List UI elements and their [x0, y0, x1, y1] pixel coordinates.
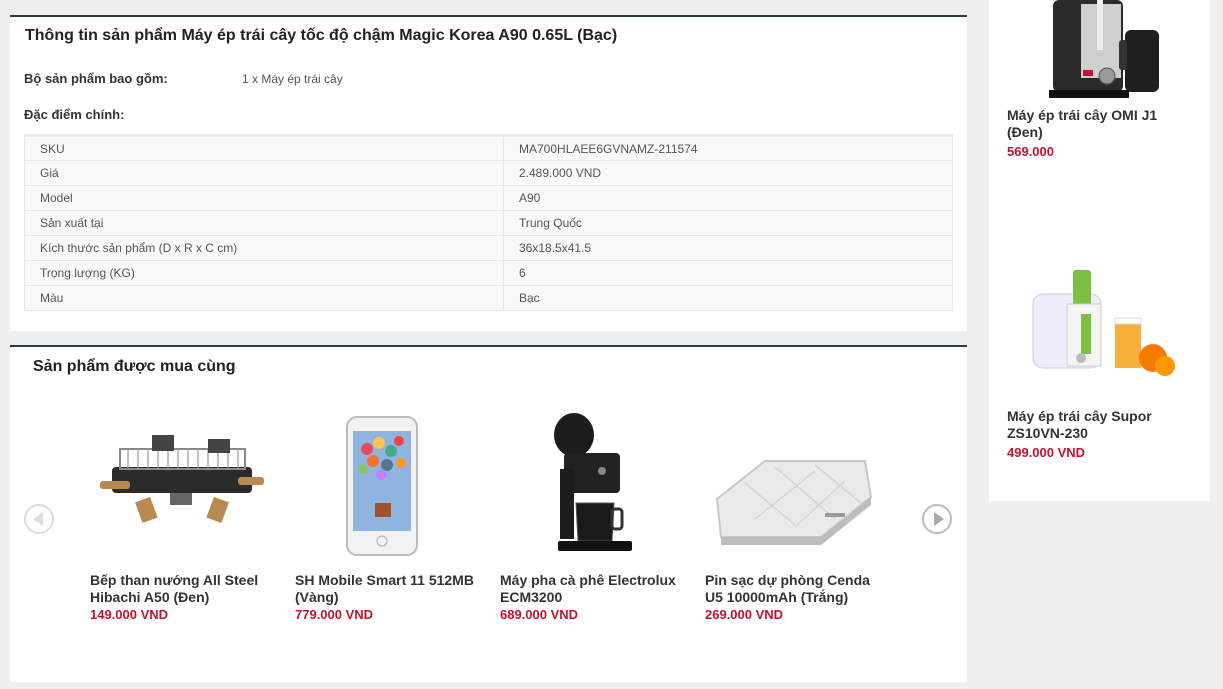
sidebar-item-price: 569.000 [1007, 144, 1054, 159]
carousel-item[interactable]: Pin sạc dự phòng Cenda U5 10000mAh (Trắn… [705, 409, 895, 622]
juicer-black-image [1049, 0, 1159, 98]
spec-row: Trọng lượng (KG) 6 [24, 260, 953, 286]
grill-image [100, 435, 264, 524]
sidebar-related-products: Máy ép trái cây OMI J1 (Đen) 569.000 Máy… [989, 0, 1210, 501]
spec-value: MA700HLAEE6GVNAMZ-211574 [503, 135, 953, 161]
carousel-item[interactable]: Bếp than nướng All Steel Hibachi A50 (Đe… [90, 409, 280, 622]
item-price: 269.000 VND [705, 607, 784, 622]
item-name[interactable]: Bếp than nướng All Steel Hibachi A50 (Đe… [90, 572, 275, 606]
spec-row: SKU MA700HLAEE6GVNAMZ-211574 [24, 135, 953, 161]
spec-key: Model [24, 185, 504, 211]
spec-row: Kích thước sản phẩm (D x R x C cm) 36x18.… [24, 235, 953, 261]
spec-key: SKU [24, 135, 504, 161]
spec-key: Kích thước sản phẩm (D x R x C cm) [24, 235, 504, 261]
bundle-label: Bộ sản phẩm bao gồm: [24, 71, 168, 86]
item-name[interactable]: SH Mobile Smart 11 512MB (Vàng) [295, 572, 480, 606]
sidebar-item[interactable]: Máy ép trái cây Supor ZS10VN-230 499.000… [1007, 260, 1197, 460]
bought-together-panel: Sản phẩm được mua cùng Bếp than nướng Al… [10, 345, 967, 682]
item-price: 689.000 VND [500, 607, 579, 622]
juicer-white-image [1032, 270, 1175, 376]
item-name[interactable]: Máy pha cà phê Electrolux ECM3200 [500, 572, 685, 606]
spec-value: 36x18.5x41.5 [503, 235, 953, 261]
spec-key: Sản xuất tại [24, 210, 504, 236]
chevron-left-icon [32, 512, 43, 526]
spec-row: Màu Bạc [24, 285, 953, 311]
sidebar-item-name[interactable]: Máy ép trái cây OMI J1 (Đen) [1007, 107, 1187, 141]
chevron-right-icon [933, 512, 944, 526]
carousel-prev-button[interactable] [24, 504, 54, 534]
spec-value: 6 [503, 260, 953, 286]
item-name[interactable]: Pin sạc dự phòng Cenda U5 10000mAh (Trắn… [705, 572, 890, 606]
spec-key: Giá [24, 160, 504, 186]
sidebar-item[interactable]: Máy ép trái cây OMI J1 (Đen) 569.000 [1007, 0, 1197, 160]
coffee-maker-image [554, 413, 632, 551]
spec-value: 2.489.000 VND [503, 160, 953, 186]
spec-row: Sản xuất tại Trung Quốc [24, 210, 953, 236]
spec-value: Bạc [503, 285, 953, 311]
phone-image [346, 416, 418, 556]
spec-value: Trung Quốc [503, 210, 953, 236]
spec-key: Trọng lượng (KG) [24, 260, 504, 286]
sidebar-item-name[interactable]: Máy ép trái cây Supor ZS10VN-230 [1007, 408, 1187, 442]
bought-together-title: Sản phẩm được mua cùng [33, 358, 236, 375]
item-price: 779.000 VND [295, 607, 374, 622]
product-info-panel: Thông tin sản phẩm Máy ép trái cây tốc đ… [10, 15, 967, 331]
carousel-item[interactable]: Máy pha cà phê Electrolux ECM3200 689.00… [500, 409, 690, 622]
bundle-value: 1 x Máy ép trái cây [242, 72, 343, 86]
sidebar-item-price: 499.000 VND [1007, 445, 1086, 460]
carousel-item[interactable]: SH Mobile Smart 11 512MB (Vàng) 779.000 … [295, 409, 485, 622]
features-label: Đặc điểm chính: [24, 107, 125, 122]
info-title: Thông tin sản phẩm Máy ép trái cây tốc đ… [25, 27, 618, 44]
spec-row: Giá 2.489.000 VND [24, 160, 953, 186]
carousel-next-button[interactable] [922, 504, 952, 534]
power-bank-image [715, 460, 873, 545]
spec-table: SKU MA700HLAEE6GVNAMZ-211574 Giá 2.489.000… [24, 134, 953, 311]
spec-value: A90 [503, 185, 953, 211]
spec-row: Model A90 [24, 185, 953, 211]
spec-key: Màu [24, 285, 504, 311]
item-price: 149.000 VND [90, 607, 169, 622]
